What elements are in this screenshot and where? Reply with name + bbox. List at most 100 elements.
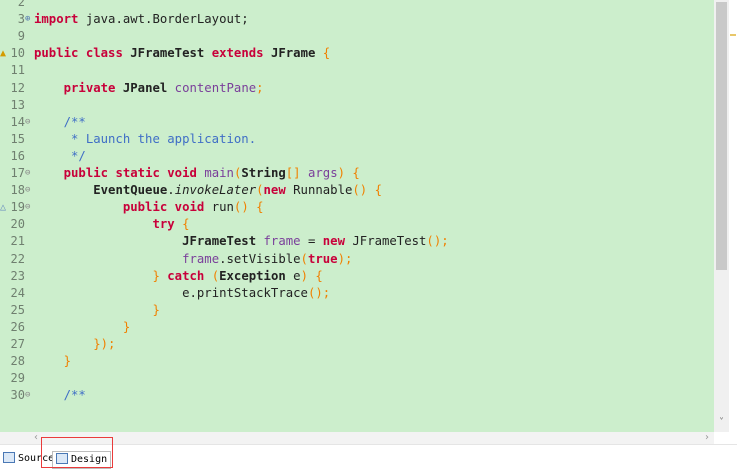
code-line[interactable]: 18 ⊖ EventQueue.invokeLater(new Runnable(… (0, 182, 714, 199)
collapse-fold-icon[interactable]: ⊖ (25, 165, 33, 182)
code-line[interactable]: 20 try { (0, 216, 714, 233)
code-line[interactable]: 17 ⊖ public static void main(String[] arg… (0, 165, 714, 182)
code-text[interactable]: private JPanel contentPane; (34, 80, 264, 97)
code-line[interactable]: 25 } (0, 302, 714, 319)
code-token: class (85, 46, 123, 61)
code-text[interactable]: e.printStackTrace(); (34, 285, 330, 302)
code-text[interactable]: try { (34, 216, 190, 233)
code-text[interactable]: }); (34, 336, 115, 353)
scroll-down-arrow-icon[interactable]: ˅ (716, 417, 727, 429)
expand-fold-icon[interactable]: ⊕ (25, 11, 33, 28)
code-token: () { (352, 183, 383, 198)
code-token: import (34, 12, 79, 27)
code-token: } (34, 354, 72, 369)
vertical-scrollbar-thumb[interactable] (716, 2, 727, 270)
code-line[interactable]: 21 JFrameTest frame = new JFrameTest(); (0, 233, 714, 250)
collapse-fold-icon[interactable]: ⊖ (25, 182, 33, 199)
vertical-scrollbar[interactable]: ˅ (714, 0, 729, 432)
scroll-left-arrow-icon[interactable]: ‹ (34, 432, 38, 444)
code-line[interactable]: △ 19 ⊖ public void run() { (0, 199, 714, 216)
code-token: extends (211, 46, 264, 61)
code-text[interactable]: } (34, 302, 159, 319)
line-number: 15 (10, 131, 25, 146)
code-token: ( (204, 268, 220, 283)
code-token: { (174, 217, 190, 232)
code-token: [] (285, 166, 308, 180)
collapse-fold-icon[interactable]: ⊖ (25, 387, 33, 404)
line-number: 25 (10, 302, 25, 317)
code-token: } (152, 268, 168, 283)
code-line[interactable]: 9 (0, 28, 714, 45)
code-text[interactable]: /** (34, 114, 86, 131)
code-token: public (122, 200, 168, 215)
code-line[interactable]: 11 (0, 62, 714, 79)
code-line[interactable]: 28 } (0, 353, 714, 370)
code-line[interactable]: ▲ 10 public class JFrameTest extends JFram… (0, 45, 714, 62)
code-line[interactable]: 29 (0, 370, 714, 387)
code-token: static (115, 166, 160, 180)
line-number: 16 (10, 148, 25, 163)
line-number: 11 (10, 63, 25, 78)
code-line[interactable]: 23 } catch (Exception e) { (0, 268, 714, 285)
code-token: }); (34, 337, 116, 351)
code-text[interactable]: public static void main(String[] args) { (34, 165, 360, 182)
code-text[interactable]: public void run() { (34, 199, 264, 216)
code-line[interactable]: 12 private JPanel contentPane; (0, 80, 714, 97)
code-text[interactable]: } (34, 319, 130, 336)
code-line[interactable]: 14 ⊖ /** (0, 114, 714, 131)
code-line[interactable]: 3 ⊕ import java.awt.BorderLayout; (0, 11, 714, 28)
code-token: Exception (219, 268, 286, 283)
code-line[interactable]: 16 */ (0, 148, 714, 165)
line-number: 19 (10, 200, 25, 215)
code-token: true (307, 251, 338, 266)
line-number: 30 (10, 388, 25, 403)
code-token: frame (256, 234, 301, 249)
code-line[interactable]: 26 } (0, 319, 714, 336)
code-line[interactable]: 2 (0, 0, 714, 11)
code-text[interactable]: * Launch the application. (34, 131, 256, 148)
code-text[interactable]: frame.setVisible(true); (34, 251, 352, 268)
code-token: public (34, 46, 79, 61)
code-line[interactable]: 24 e.printStackTrace(); (0, 285, 714, 302)
code-token: JFrameTest (130, 46, 205, 61)
code-line[interactable]: 15 * Launch the application. (0, 131, 714, 148)
line-number: 9 (17, 29, 25, 44)
code-line[interactable]: 13 (0, 97, 714, 114)
code-token: ) { (337, 166, 360, 180)
code-token: ( (300, 251, 308, 266)
code-token: String (241, 166, 286, 180)
code-line[interactable]: 30 ⊖ /** (0, 387, 714, 404)
code-token: e.printStackTrace (182, 285, 308, 300)
code-text[interactable]: } (34, 353, 71, 370)
code-text[interactable]: JFrameTest frame = new JFrameTest(); (34, 233, 449, 250)
code-token: JFrameTest (182, 234, 257, 249)
code-line[interactable]: 22 frame.setVisible(true); (0, 251, 714, 268)
line-number: 24 (10, 285, 25, 300)
warning-marker[interactable] (730, 34, 736, 36)
code-editor[interactable]: 2 3 ⊕ import java.awt.BorderLayout; 9 ▲ 10 publ… (0, 0, 714, 432)
code-token: invokeLater (174, 183, 257, 198)
scroll-right-arrow-icon[interactable]: › (705, 432, 709, 444)
line-number: 3 (17, 12, 25, 27)
code-text[interactable]: } catch (Exception e) { (34, 268, 322, 285)
code-token: { (315, 46, 331, 61)
code-text[interactable]: import java.awt.BorderLayout; (34, 11, 249, 28)
line-number: 2 (17, 0, 25, 9)
code-text[interactable]: EventQueue.invokeLater(new Runnable() { (34, 182, 382, 199)
code-text[interactable]: public class JFrameTest extends JFrame { (34, 45, 330, 62)
line-number: 20 (10, 217, 25, 232)
line-number: 26 (10, 319, 25, 334)
code-token: try (152, 217, 175, 232)
collapse-fold-icon[interactable]: ⊖ (25, 199, 33, 216)
collapse-fold-icon[interactable]: ⊖ (25, 114, 33, 131)
code-token: public (63, 166, 109, 180)
code-token: (); (307, 285, 331, 300)
code-line[interactable]: 27 }); (0, 336, 714, 353)
code-token: ( (256, 183, 264, 198)
code-text[interactable]: */ (34, 148, 86, 165)
code-token: contentPane (167, 80, 257, 95)
code-text[interactable]: /** (34, 387, 86, 404)
code-token: } (34, 319, 131, 334)
